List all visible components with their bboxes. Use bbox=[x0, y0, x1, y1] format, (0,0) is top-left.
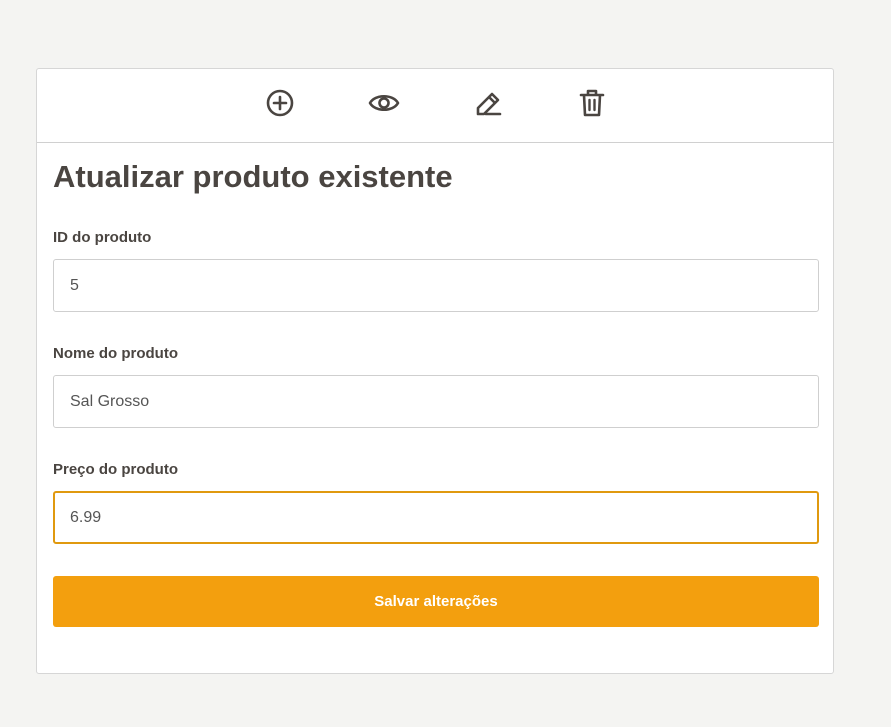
page-title: Atualizar produto existente bbox=[53, 159, 453, 194]
delete-product-button[interactable] bbox=[575, 86, 609, 120]
update-product-card: Atualizar produto existente ID do produt… bbox=[36, 68, 834, 674]
view-products-button[interactable] bbox=[367, 86, 401, 120]
trash-icon bbox=[579, 89, 605, 117]
product-name-label: Nome do produto bbox=[53, 345, 178, 362]
product-price-label: Preço do produto bbox=[53, 461, 178, 478]
product-id-label: ID do produto bbox=[53, 229, 152, 246]
eye-icon bbox=[368, 94, 400, 112]
edit-product-button[interactable] bbox=[471, 86, 505, 120]
plus-circle-icon bbox=[266, 89, 294, 117]
add-product-button[interactable] bbox=[263, 86, 297, 120]
toolbar bbox=[37, 69, 833, 143]
product-price-input[interactable] bbox=[53, 491, 819, 544]
save-changes-button[interactable]: Salvar alterações bbox=[53, 576, 819, 627]
product-name-input[interactable] bbox=[53, 375, 819, 428]
pencil-icon bbox=[476, 92, 502, 116]
product-id-input[interactable] bbox=[53, 259, 819, 312]
